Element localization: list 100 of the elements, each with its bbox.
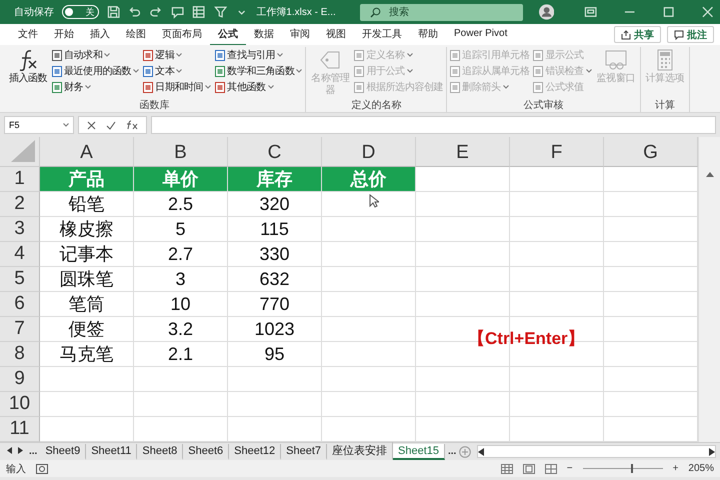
autosave-toggle[interactable]: 关 [62,5,99,19]
ribbon-button[interactable]: 逻辑 [143,47,212,63]
column-header[interactable]: E [416,137,510,167]
comment-icon[interactable] [170,5,184,19]
comment-button[interactable]: 批注 [667,26,714,43]
ribbon-button[interactable]: 自动求和 [52,47,140,63]
row-header[interactable]: 11 [0,417,40,442]
normal-view-icon[interactable] [500,464,513,474]
ribbon-button[interactable]: 最近使用的函数 [52,63,140,79]
close-icon[interactable] [700,5,714,19]
ribbon-button[interactable]: 数学和三角函数 [215,63,302,79]
menu-tab[interactable]: 文件 [10,24,46,46]
menu-tab[interactable]: 数据 [246,24,282,46]
more-sheets[interactable]: ... [444,446,460,457]
row-header[interactable]: 8 [0,342,40,367]
ribbon-button[interactable]: 文本 [143,63,212,79]
zoom-thumb[interactable] [630,464,633,473]
add-sheet-icon[interactable] [459,446,472,458]
comment-icon [674,30,684,40]
table-cell: 便签 [40,317,134,342]
undo-icon[interactable] [128,5,142,19]
row-header[interactable]: 2 [0,192,40,217]
table-cell: 产品 [40,167,134,192]
menu-tab[interactable]: 开始 [46,24,82,46]
column-header[interactable]: C [228,137,322,167]
caret-icon [502,85,509,89]
zoom-level[interactable]: 205% [688,463,714,474]
macro-record-icon[interactable] [36,464,48,474]
caret-icon [85,85,92,89]
function-icon [354,66,364,76]
function-icon [52,66,62,76]
table-cell: 115 [228,217,322,242]
function-icon [354,82,364,92]
table-cell: 320 [228,192,322,217]
zoom-out-button[interactable]: − [566,463,573,474]
window-title: 工作簿1.xlsx - E... [256,6,336,19]
page-layout-icon[interactable] [522,464,535,474]
ribbon-button[interactable]: 其他函数 [215,79,302,95]
function-icon [52,50,62,60]
ribbon-button[interactable]: 查找与引用 [215,47,302,63]
menu-tab[interactable]: 审阅 [282,24,318,46]
column-header[interactable]: G [604,137,698,167]
caret-icon [406,69,413,73]
name-box[interactable]: F5 [4,116,74,134]
row-header[interactable]: 1 [0,167,40,192]
menu-tab[interactable]: Power Pivot [446,25,516,44]
row-header[interactable]: 10 [0,392,40,417]
column-header[interactable]: D [322,137,416,167]
menu-tab[interactable]: 页面布局 [154,24,210,46]
glasses-window-icon [604,49,628,71]
table-cell: 1023 [228,317,322,342]
function-icon[interactable] [126,120,138,130]
function-icon [215,50,226,60]
table-cell: 2.5 [134,192,228,217]
check-icon[interactable] [106,120,116,130]
save-icon[interactable] [106,5,120,19]
menu-tab[interactable]: 开发工具 [354,24,410,46]
column-header[interactable]: B [134,137,228,167]
more-sheets[interactable]: ... [26,446,40,457]
ribbon-large-button[interactable]: 插入函数 [7,47,49,99]
share-button[interactable]: 共享 [614,26,661,43]
table-cell: 5 [134,217,228,242]
menu-tab[interactable]: 插入 [82,24,118,46]
caret-icon [586,69,592,73]
row-header[interactable]: 4 [0,242,40,267]
zoom-in-button[interactable]: + [672,463,678,474]
table-cell: 3 [134,267,228,292]
search-field[interactable]: 搜索 [360,4,524,20]
ribbon-display-icon[interactable] [584,5,598,19]
maximize-icon[interactable] [662,5,676,19]
row-header[interactable]: 7 [0,317,40,342]
table-icon[interactable] [192,5,206,19]
cancel-icon[interactable] [87,120,96,130]
sheet-tab[interactable]: Sheet15 [393,444,445,460]
filter-icon[interactable] [214,5,227,19]
horizontal-scrollbar[interactable] [477,445,716,458]
menu-tab[interactable]: 帮助 [410,24,446,46]
scroll-left-icon[interactable] [478,448,484,456]
caret-icon [104,53,110,57]
table-cell: 马克笔 [40,342,134,367]
caret-icon [406,53,413,57]
scroll-up-icon[interactable] [706,171,714,177]
formula-input[interactable] [151,116,716,134]
page-break-icon[interactable] [544,464,557,474]
column-header[interactable]: F [510,137,604,167]
ribbon-button[interactable]: 日期和时间 [143,79,212,95]
avatar-icon[interactable] [539,4,554,20]
column-header[interactable]: A [40,137,134,167]
row-header[interactable]: 3 [0,217,40,242]
ribbon-button[interactable]: 财务 [52,79,140,95]
row-header[interactable]: 5 [0,267,40,292]
table-cell: 330 [228,242,322,267]
row-header[interactable]: 6 [0,292,40,317]
menu-tab[interactable]: 绘图 [118,24,154,46]
row-header[interactable]: 9 [0,367,40,392]
redo-icon[interactable] [149,5,163,19]
scroll-right-icon[interactable] [709,448,715,456]
menu-tab[interactable]: 视图 [318,24,354,46]
function-icon [450,50,460,60]
function-icon [143,66,154,76]
